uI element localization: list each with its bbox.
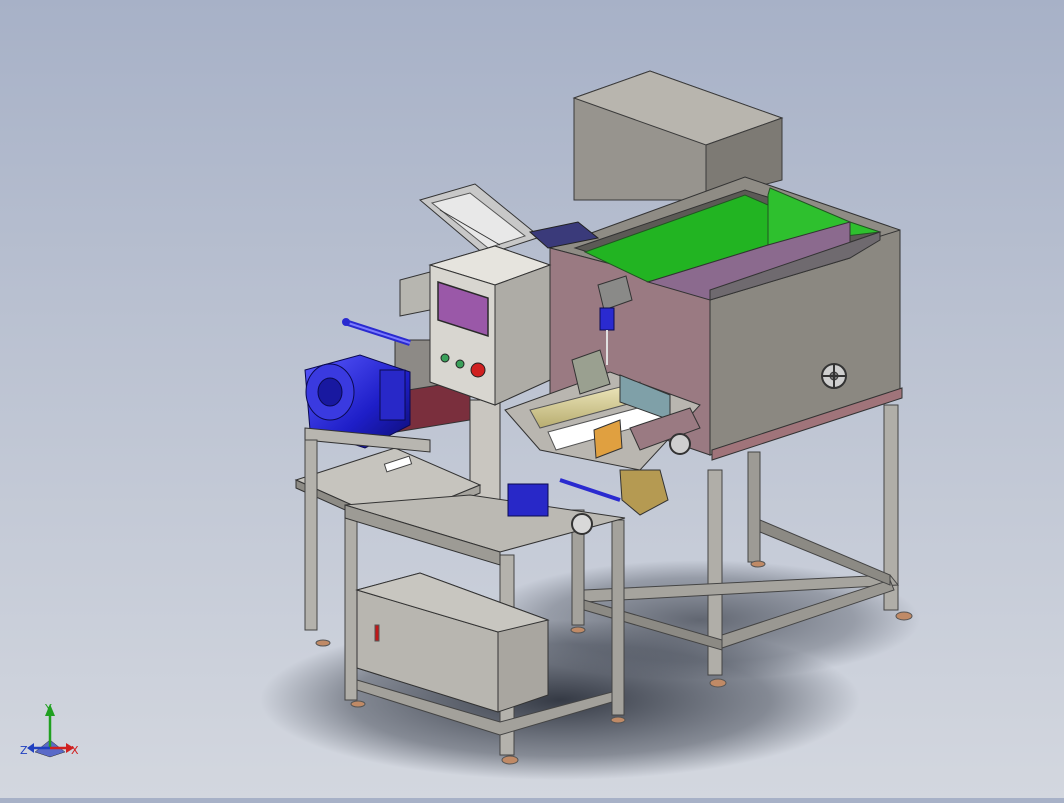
y-axis-label: Y [44,702,52,715]
emergency-stop-button[interactable] [470,362,486,378]
aux-button[interactable] [455,359,465,369]
coordinate-triad: Y X Z [20,702,79,758]
pneumatic-cylinder[interactable] [342,318,411,346]
x-axis-label: X [71,744,79,757]
start-button[interactable] [440,353,450,363]
z-axis-label: Z [20,744,28,757]
hopper-handwheel[interactable] [821,363,847,389]
cad-viewport[interactable]: Y X Z [0,0,1064,798]
